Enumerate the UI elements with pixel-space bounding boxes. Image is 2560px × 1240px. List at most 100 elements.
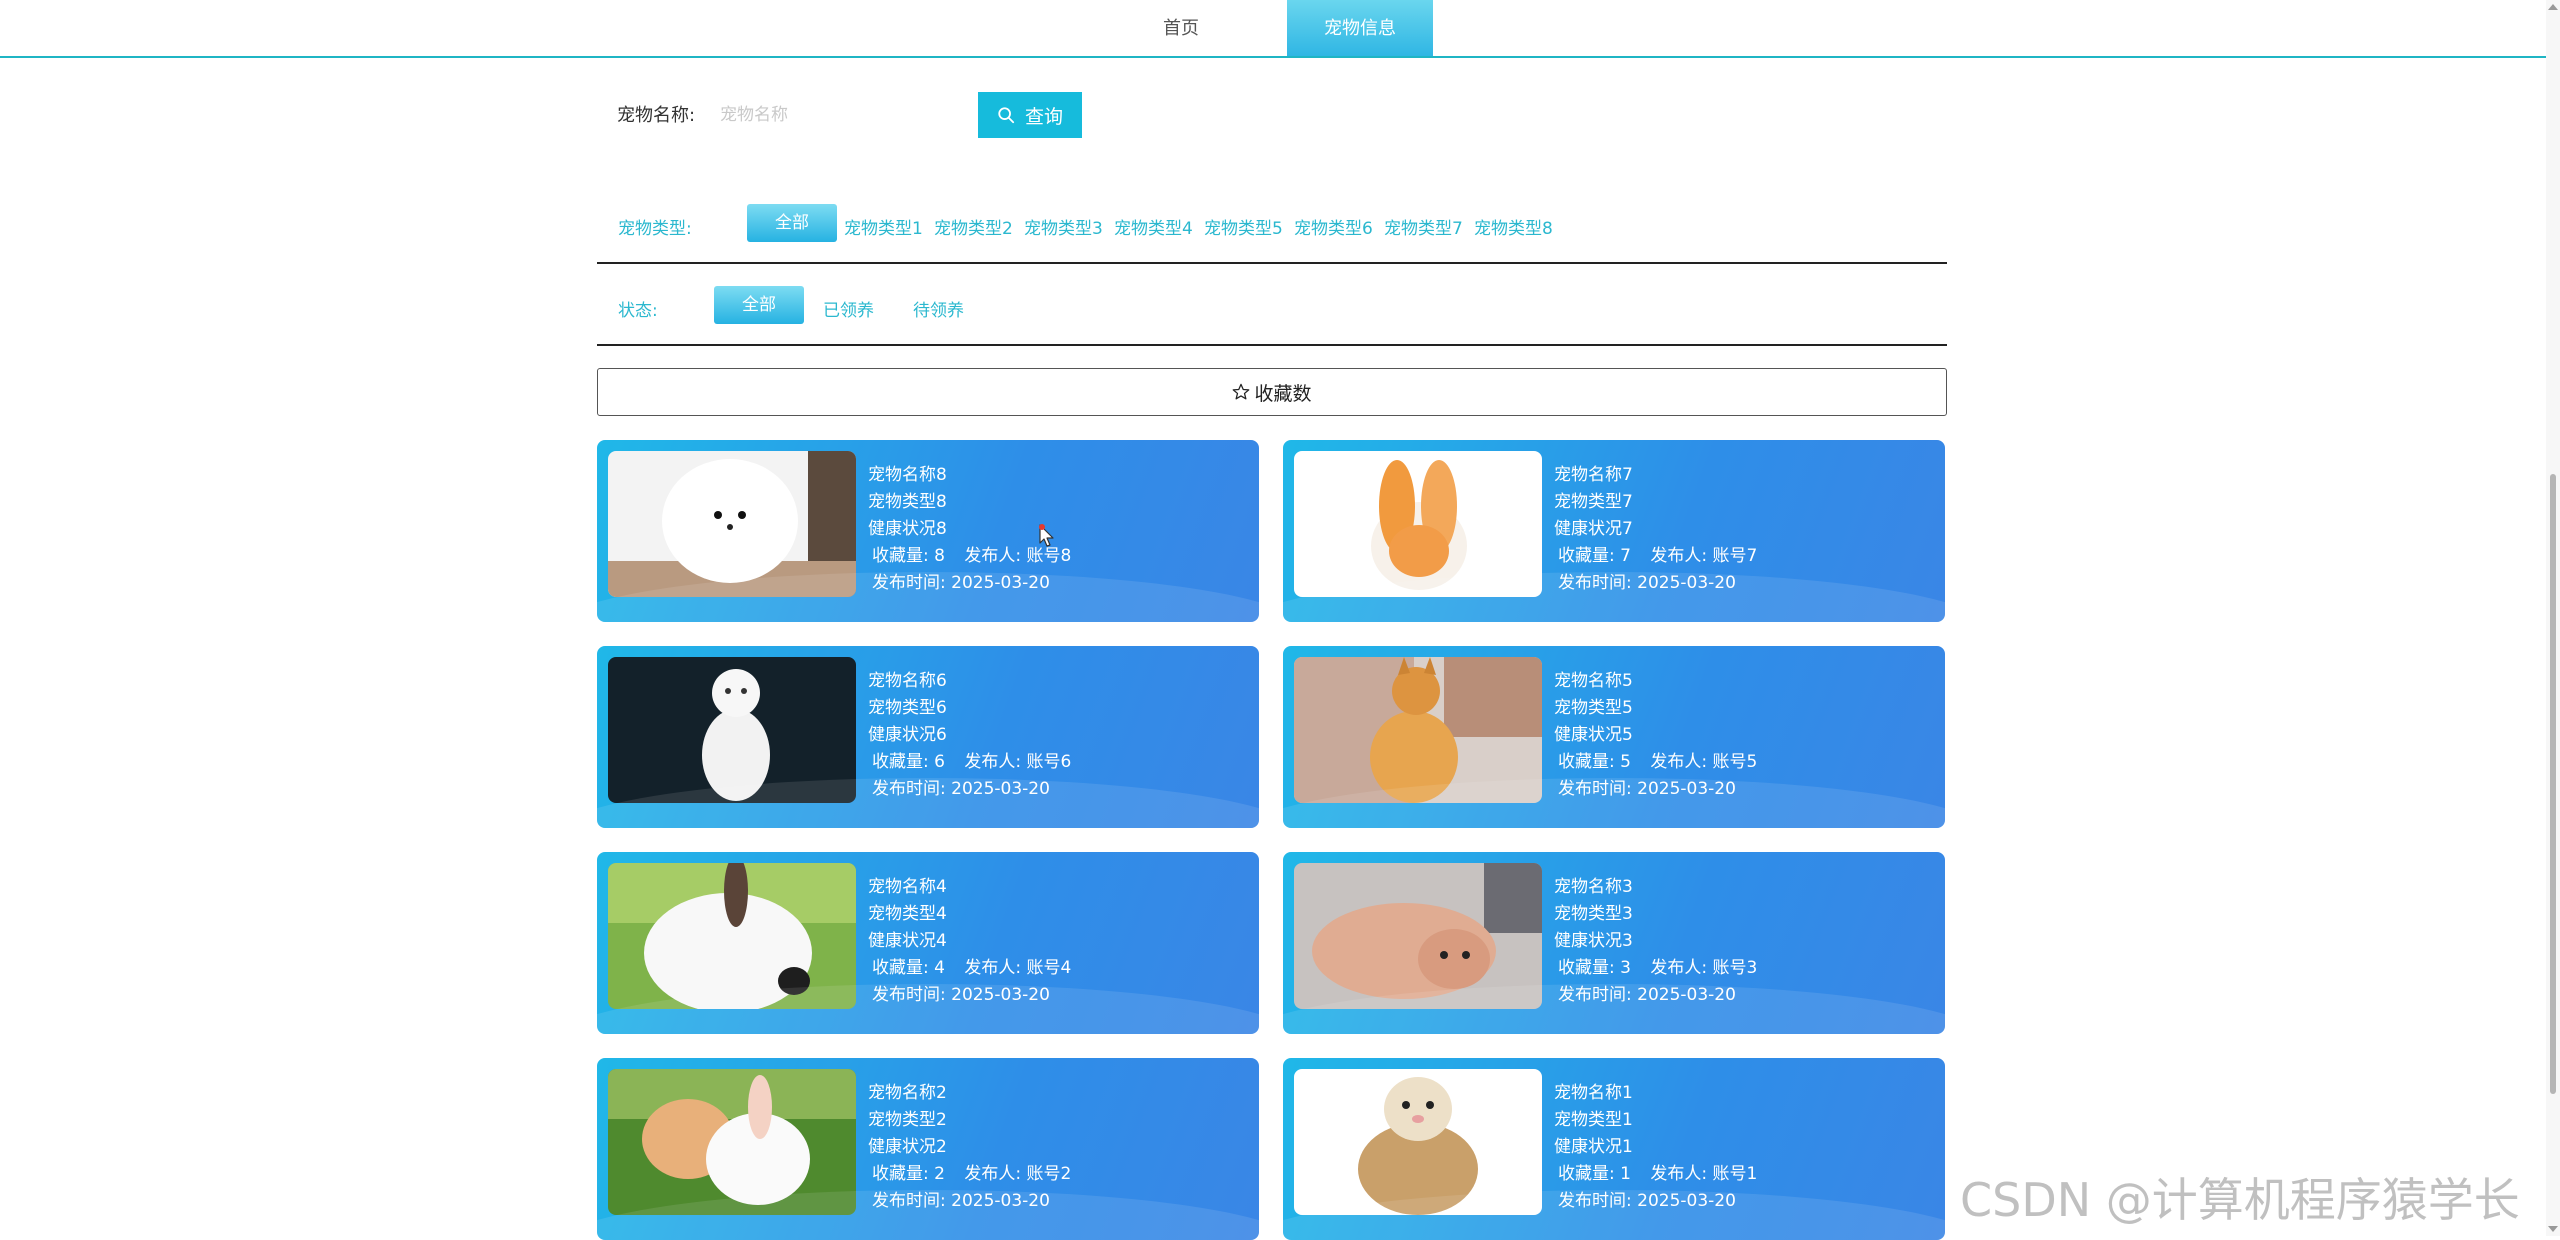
- pet-favorites-publisher: 收藏量: 3 发布人: 账号3: [1558, 955, 1757, 982]
- pet-info: 宠物名称1 宠物类型1 健康状况1 收藏量: 1 发布人: 账号1 发布时间: …: [1554, 1080, 1757, 1215]
- pet-health: 健康状况7: [1554, 519, 1633, 539]
- time-value: 2025-03-20: [1637, 1191, 1736, 1211]
- pet-name: 宠物名称8: [868, 465, 947, 485]
- page-scrollbar[interactable]: [2546, 0, 2560, 1236]
- nav-tab-home[interactable]: 首页: [1108, 0, 1254, 56]
- pet-card[interactable]: 宠物名称4 宠物类型4 健康状况4 收藏量: 4 发布人: 账号4 发布时间: …: [597, 852, 1259, 1034]
- favorites-label: 收藏量:: [1558, 546, 1615, 566]
- type-option-all[interactable]: 全部: [747, 204, 837, 242]
- status-option-all[interactable]: 全部: [714, 286, 804, 324]
- pet-info: 宠物名称8 宠物类型8 健康状况8 收藏量: 8 发布人: 账号8 发布时间: …: [868, 462, 1071, 597]
- type-option-2[interactable]: 宠物类型2: [934, 214, 1013, 239]
- status-option-pending[interactable]: 待领养: [913, 296, 964, 321]
- pet-type: 宠物类型3: [1554, 904, 1633, 924]
- pet-name: 宠物名称3: [1554, 877, 1633, 897]
- pet-favorites-publisher: 收藏量: 8 发布人: 账号8: [872, 543, 1071, 570]
- publisher-value: 账号6: [1026, 752, 1072, 772]
- pet-favorites-publisher: 收藏量: 7 发布人: 账号7: [1558, 543, 1757, 570]
- time-value: 2025-03-20: [951, 573, 1050, 593]
- pet-card[interactable]: 宠物名称2 宠物类型2 健康状况2 收藏量: 2 发布人: 账号2 发布时间: …: [597, 1058, 1259, 1240]
- pet-photo: [1294, 657, 1542, 803]
- publisher-label: 发布人:: [964, 752, 1022, 772]
- publisher-value: 账号1: [1712, 1164, 1758, 1184]
- pet-photo: [608, 657, 856, 803]
- pet-health: 健康状况1: [1554, 1137, 1633, 1157]
- time-value: 2025-03-20: [951, 985, 1050, 1005]
- favorites-count: 2: [934, 1164, 945, 1184]
- top-nav: 首页 宠物信息: [0, 0, 2546, 58]
- pet-favorites-publisher: 收藏量: 5 发布人: 账号5: [1558, 749, 1757, 776]
- scroll-down-icon[interactable]: [2548, 1226, 2558, 1232]
- publisher-label: 发布人:: [1650, 958, 1708, 978]
- pet-type: 宠物类型1: [1554, 1110, 1633, 1130]
- star-icon: [1233, 383, 1250, 400]
- publisher-value: 账号4: [1026, 958, 1072, 978]
- publisher-value: 账号2: [1026, 1164, 1072, 1184]
- type-option-7[interactable]: 宠物类型7: [1384, 214, 1463, 239]
- pet-name: 宠物名称6: [868, 671, 947, 691]
- pet-card[interactable]: 宠物名称8 宠物类型8 健康状况8 收藏量: 8 发布人: 账号8 发布时间: …: [597, 440, 1259, 622]
- type-option-6[interactable]: 宠物类型6: [1294, 214, 1373, 239]
- status-filter-label: 状态:: [618, 301, 658, 321]
- pet-name: 宠物名称4: [868, 877, 947, 897]
- pet-type: 宠物类型8: [868, 492, 947, 512]
- pet-card[interactable]: 宠物名称6 宠物类型6 健康状况6 收藏量: 6 发布人: 账号6 发布时间: …: [597, 646, 1259, 828]
- type-option-5[interactable]: 宠物类型5: [1204, 214, 1283, 239]
- pet-health: 健康状况3: [1554, 931, 1633, 951]
- favorites-label: 收藏量:: [872, 958, 929, 978]
- pet-publish-time: 发布时间: 2025-03-20: [872, 1188, 1071, 1215]
- favorites-count: 5: [1620, 752, 1631, 772]
- pet-type-filter-label: 宠物类型:: [618, 219, 692, 239]
- time-label: 发布时间:: [1558, 1191, 1632, 1211]
- pet-type: 宠物类型7: [1554, 492, 1633, 512]
- pet-info: 宠物名称6 宠物类型6 健康状况6 收藏量: 6 发布人: 账号6 发布时间: …: [868, 668, 1071, 803]
- type-option-4[interactable]: 宠物类型4: [1114, 214, 1193, 239]
- pet-card[interactable]: 宠物名称1 宠物类型1 健康状况1 收藏量: 1 发布人: 账号1 发布时间: …: [1283, 1058, 1945, 1240]
- pet-name: 宠物名称5: [1554, 671, 1633, 691]
- sort-button-label: 收藏数: [1254, 382, 1312, 405]
- status-option-adopted[interactable]: 已领养: [823, 296, 874, 321]
- publisher-label: 发布人:: [1650, 546, 1708, 566]
- search-button[interactable]: 查询: [978, 92, 1082, 138]
- pet-card[interactable]: 宠物名称3 宠物类型3 健康状况3 收藏量: 3 发布人: 账号3 发布时间: …: [1283, 852, 1945, 1034]
- favorites-count: 3: [1620, 958, 1631, 978]
- sort-by-favorites-button[interactable]: 收藏数: [597, 368, 1947, 416]
- type-option-1[interactable]: 宠物类型1: [844, 214, 923, 239]
- pet-publish-time: 发布时间: 2025-03-20: [872, 570, 1071, 597]
- publisher-label: 发布人:: [964, 958, 1022, 978]
- pet-photo: [1294, 1069, 1542, 1215]
- favorites-label: 收藏量:: [872, 546, 929, 566]
- time-label: 发布时间:: [872, 779, 946, 799]
- pet-type-filter: 宠物类型: 全部 宠物类型1 宠物类型2 宠物类型3 宠物类型4 宠物类型5 宠…: [597, 200, 1947, 264]
- pet-health: 健康状况5: [1554, 725, 1633, 745]
- nav-tab-pet-info[interactable]: 宠物信息: [1287, 0, 1433, 56]
- time-label: 发布时间:: [872, 573, 946, 593]
- type-option-3[interactable]: 宠物类型3: [1024, 214, 1103, 239]
- favorites-count: 6: [934, 752, 945, 772]
- scroll-up-icon[interactable]: [2548, 4, 2558, 10]
- pet-photo: [608, 863, 856, 1009]
- pet-favorites-publisher: 收藏量: 6 发布人: 账号6: [872, 749, 1071, 776]
- pet-publish-time: 发布时间: 2025-03-20: [1558, 776, 1757, 803]
- pet-info: 宠物名称3 宠物类型3 健康状况3 收藏量: 3 发布人: 账号3 发布时间: …: [1554, 874, 1757, 1009]
- pet-card[interactable]: 宠物名称7 宠物类型7 健康状况7 收藏量: 7 发布人: 账号7 发布时间: …: [1283, 440, 1945, 622]
- publisher-label: 发布人:: [964, 546, 1022, 566]
- pet-info: 宠物名称2 宠物类型2 健康状况2 收藏量: 2 发布人: 账号2 发布时间: …: [868, 1080, 1071, 1215]
- pet-name: 宠物名称7: [1554, 465, 1633, 485]
- pet-name: 宠物名称1: [1554, 1083, 1633, 1103]
- scroll-thumb[interactable]: [2550, 474, 2556, 1094]
- pet-photo: [608, 1069, 856, 1215]
- favorites-count: 4: [934, 958, 945, 978]
- publisher-label: 发布人:: [1650, 1164, 1708, 1184]
- type-option-8[interactable]: 宠物类型8: [1474, 214, 1553, 239]
- favorites-count: 7: [1620, 546, 1631, 566]
- pet-info: 宠物名称7 宠物类型7 健康状况7 收藏量: 7 发布人: 账号7 发布时间: …: [1554, 462, 1757, 597]
- time-label: 发布时间:: [872, 1191, 946, 1211]
- pet-health: 健康状况4: [868, 931, 947, 951]
- pet-name-search-input[interactable]: [718, 94, 970, 136]
- pet-card[interactable]: 宠物名称5 宠物类型5 健康状况5 收藏量: 5 发布人: 账号5 发布时间: …: [1283, 646, 1945, 828]
- pet-publish-time: 发布时间: 2025-03-20: [872, 776, 1071, 803]
- time-value: 2025-03-20: [951, 779, 1050, 799]
- time-value: 2025-03-20: [1637, 573, 1736, 593]
- favorites-count: 8: [934, 546, 945, 566]
